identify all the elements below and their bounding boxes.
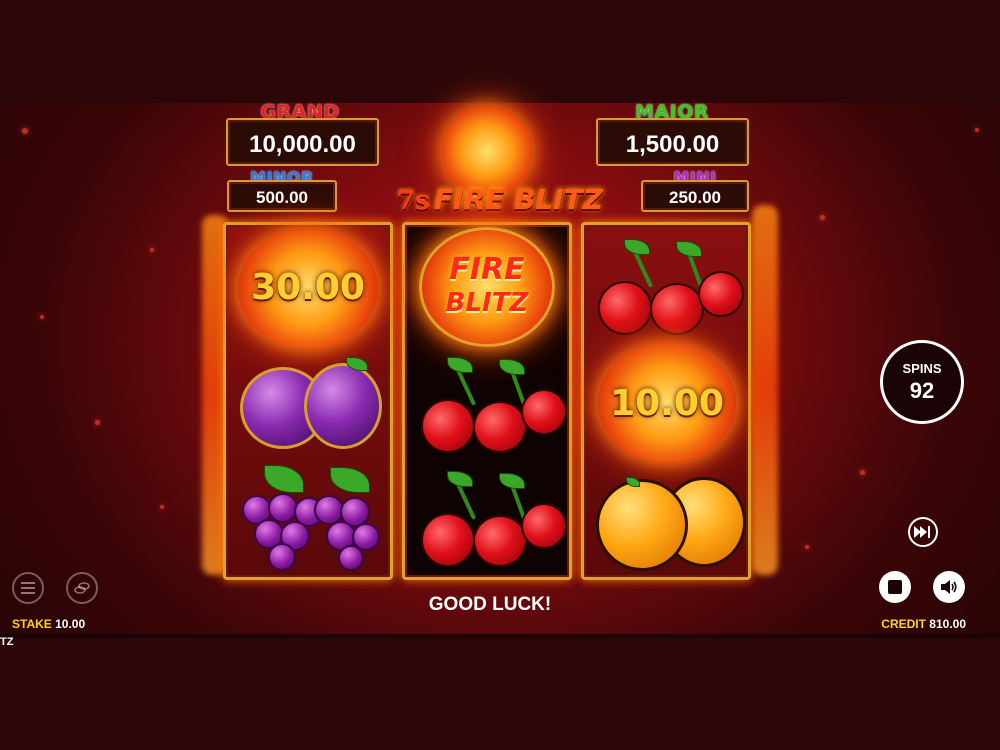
logo-main: FIRE BLITZ	[434, 183, 604, 216]
cherry-leaf	[624, 239, 650, 255]
fast-forward-icon	[914, 526, 930, 538]
ember-particle	[860, 470, 865, 475]
menu-button[interactable]	[12, 572, 44, 604]
menu-icon	[21, 582, 35, 594]
ember-particle	[22, 128, 28, 134]
cherry	[421, 513, 475, 567]
reel-2: FIRE BLITZ	[402, 222, 572, 580]
fast-forward-button[interactable]	[908, 517, 938, 547]
cherries-symbol	[594, 239, 744, 339]
cherry-leaf	[499, 473, 525, 489]
grape	[338, 545, 364, 571]
stake-value: 10.00	[55, 617, 86, 631]
sound-button[interactable]	[933, 571, 965, 603]
status-message: GOOD LUCK!	[428, 594, 552, 615]
plum-symbol	[234, 357, 384, 457]
mini-value: 250.00	[669, 188, 721, 207]
coins-icon	[74, 582, 90, 594]
ember-particle	[40, 315, 44, 319]
cherry-leaf	[447, 471, 473, 487]
reel-1: 30.00	[223, 222, 393, 580]
cherries-symbol	[417, 471, 567, 571]
stop-button[interactable]	[879, 571, 911, 603]
top-letterbox	[0, 0, 1000, 103]
stop-icon	[888, 580, 902, 594]
cherry	[521, 503, 567, 549]
stake-display: STAKE 10.00	[12, 617, 85, 631]
logo-prefix: 7s	[396, 186, 430, 216]
spins-counter: SPINS 92	[880, 340, 964, 424]
cherry-leaf	[499, 359, 525, 375]
cherries-symbol	[417, 357, 567, 457]
fire-coin-symbol: 10.00	[598, 343, 736, 463]
cherry	[473, 515, 527, 567]
grapes-symbol	[234, 465, 384, 577]
reel-3: 10.00	[581, 222, 751, 580]
ember-particle	[805, 545, 809, 549]
ember-particle	[975, 128, 979, 132]
spins-count: 92	[909, 378, 935, 403]
cherry	[698, 271, 744, 317]
grape-leaf	[264, 465, 304, 493]
speaker-icon	[941, 580, 957, 594]
coin-value: 10.00	[610, 383, 724, 424]
cherry	[650, 283, 704, 335]
bet-button[interactable]	[66, 572, 98, 604]
grape-leaf	[330, 467, 370, 493]
major-jackpot: 1,500.00	[596, 118, 749, 166]
bottom-letterbox	[0, 638, 1000, 750]
cherry	[598, 281, 652, 335]
cherry	[473, 401, 527, 453]
ember-particle	[95, 420, 100, 425]
orange-symbol	[592, 473, 746, 577]
game-logo: 7s FIRE BLITZ	[355, 183, 645, 221]
game-stage: GRAND 10,000.00 MAJOR 1,500.00 MINOR 500…	[0, 0, 1000, 750]
orange-fruit	[596, 479, 688, 571]
plum-fruit	[304, 363, 382, 449]
ember-particle	[820, 215, 825, 220]
credit-value: 810.00	[929, 617, 966, 631]
grand-value: 10,000.00	[249, 131, 356, 158]
ember-particle	[150, 248, 154, 252]
credit-label: CREDIT	[881, 617, 926, 631]
fire-blitz-text: BLITZ	[445, 288, 529, 318]
cherry	[421, 399, 475, 453]
grand-jackpot: 10,000.00	[226, 118, 379, 166]
major-value: 1,500.00	[625, 131, 720, 158]
cherry-leaf	[676, 241, 702, 257]
game-name-fragment: TZ	[0, 636, 14, 648]
minor-value: 500.00	[256, 188, 308, 207]
ember-particle	[160, 505, 164, 509]
coin-value: 30.00	[251, 267, 365, 308]
right-flames	[752, 205, 778, 575]
fire-blitz-symbol: FIRE BLITZ	[419, 227, 555, 347]
cherry-leaf	[447, 357, 473, 373]
stake-label: STAKE	[12, 617, 52, 631]
cherry	[521, 389, 567, 435]
fire-coin-symbol: 30.00	[238, 229, 378, 349]
spins-label: SPINS	[902, 361, 942, 376]
minor-jackpot: 500.00	[227, 180, 337, 212]
fire-blitz-text: FIRE	[449, 252, 525, 287]
credit-display: CREDIT 810.00	[881, 617, 966, 631]
mini-jackpot: 250.00	[641, 180, 749, 212]
grape	[268, 543, 296, 571]
